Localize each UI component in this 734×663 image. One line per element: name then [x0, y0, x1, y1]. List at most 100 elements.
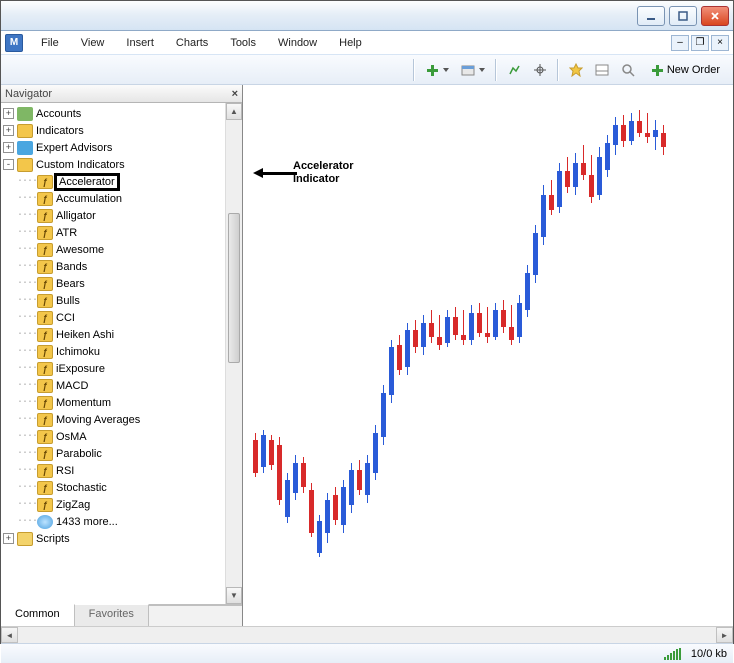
expand-icon[interactable]: -	[3, 159, 14, 170]
scroll-down-icon[interactable]: ▼	[226, 587, 242, 604]
expand-icon[interactable]: +	[3, 125, 14, 136]
close-button[interactable]	[701, 6, 729, 26]
navigator-button[interactable]	[565, 59, 587, 81]
profiles-button[interactable]	[457, 59, 489, 81]
tree-item[interactable]: ····ƒBears	[1, 275, 225, 292]
fx-icon: ƒ	[37, 243, 53, 257]
navigator-title: Navigator	[5, 88, 52, 100]
tree-item[interactable]: +Scripts	[1, 530, 225, 547]
tree-item[interactable]: ····ƒATR	[1, 224, 225, 241]
expand-icon[interactable]: +	[3, 142, 14, 153]
new-order-button[interactable]: New Order	[643, 59, 727, 81]
tree-item[interactable]: ····ƒIchimoku	[1, 343, 225, 360]
menu-tools[interactable]: Tools	[220, 34, 266, 52]
profile-icon	[461, 63, 475, 77]
tree-item[interactable]: ····ƒParabolic	[1, 445, 225, 462]
tree-item-label: 1433 more...	[56, 516, 118, 528]
menu-insert[interactable]: Insert	[116, 34, 164, 52]
fx-icon: ƒ	[37, 345, 53, 359]
plus-icon	[425, 63, 439, 77]
tree-item[interactable]: +Accounts	[1, 105, 225, 122]
tab-common[interactable]: Common	[1, 604, 75, 626]
tree-item[interactable]: ····ƒAwesome	[1, 241, 225, 258]
tree-item[interactable]: ····ƒMACD	[1, 377, 225, 394]
fx-icon: ƒ	[37, 277, 53, 291]
crosshair-icon	[533, 63, 547, 77]
tab-favorites[interactable]: Favorites	[75, 604, 149, 626]
navigator-close-icon[interactable]: ×	[232, 88, 238, 100]
tree-item-label: RSI	[56, 465, 74, 477]
menu-charts[interactable]: Charts	[166, 34, 218, 52]
market-watch-button[interactable]	[503, 59, 525, 81]
quotes-icon	[507, 63, 521, 77]
candlestick-chart	[243, 85, 733, 626]
menu-view[interactable]: View	[71, 34, 115, 52]
fx-icon: ƒ	[37, 379, 53, 393]
scroll-thumb[interactable]	[228, 213, 240, 363]
add-chart-button[interactable]	[421, 59, 453, 81]
tree-item[interactable]: ····ƒBulls	[1, 292, 225, 309]
tree-item[interactable]: ····ƒAccumulation	[1, 190, 225, 207]
navigator-header[interactable]: Navigator ×	[1, 85, 242, 103]
mdi-restore-button[interactable]: ❐	[691, 35, 709, 51]
tree-item[interactable]: ····1433 more...	[1, 513, 225, 530]
scroll-right-icon[interactable]: ►	[716, 627, 733, 643]
scroll-left-icon[interactable]: ◄	[1, 627, 18, 643]
mdi-close-button[interactable]: ×	[711, 35, 729, 51]
tree-item[interactable]: + Indicators	[1, 122, 225, 139]
tree-item[interactable]: ····ƒHeiken Ashi	[1, 326, 225, 343]
workspace: Navigator × +Accounts+Indicators+ Expert…	[1, 85, 733, 626]
tree-item-label: MACD	[56, 380, 88, 392]
expand-icon[interactable]: +	[3, 108, 14, 119]
tester-button[interactable]	[617, 59, 639, 81]
crosshair-button[interactable]	[529, 59, 551, 81]
fld-icon	[17, 158, 33, 172]
menu-file[interactable]: File	[31, 34, 69, 52]
navigator-body: +Accounts+Indicators+ Expert Advisors-Cu…	[1, 103, 242, 604]
terminal-button[interactable]	[591, 59, 613, 81]
fx-icon: ƒ	[37, 430, 53, 444]
tree-item[interactable]: ····ƒMoving Averages	[1, 411, 225, 428]
minimize-button[interactable]	[637, 6, 665, 26]
tree-item[interactable]: ····ƒMomentum	[1, 394, 225, 411]
tree-item[interactable]: ····ƒStochastic	[1, 479, 225, 496]
tree-item[interactable]: ····ƒAccelerator	[1, 173, 225, 190]
fx-icon: ƒ	[37, 175, 53, 189]
tree-item[interactable]: ····ƒZigZag	[1, 496, 225, 513]
toolbar-separator	[557, 59, 559, 81]
navigator-panel: Navigator × +Accounts+Indicators+ Expert…	[1, 85, 243, 626]
tree-item-label: Heiken Ashi	[56, 329, 114, 341]
tree-item[interactable]: ····ƒCCI	[1, 309, 225, 326]
horizontal-scrollbar[interactable]: ◄ ►	[1, 626, 733, 643]
fx-icon: ƒ	[37, 209, 53, 223]
tree-item[interactable]: ····ƒAlligator	[1, 207, 225, 224]
tree-item-label: Ichimoku	[56, 346, 100, 358]
tree-item-label: Custom Indicators	[36, 159, 125, 171]
menu-window[interactable]: Window	[268, 34, 327, 52]
tree-item[interactable]: ····ƒRSI	[1, 462, 225, 479]
fx-icon: ƒ	[37, 413, 53, 427]
tree-item[interactable]: ····ƒiExposure	[1, 360, 225, 377]
tree-item-label: Awesome	[56, 244, 104, 256]
tree-item-label: iExposure	[56, 363, 105, 375]
toolbar-separator	[413, 59, 415, 81]
ea-icon	[17, 141, 33, 155]
tree-item-label: OsMA	[56, 431, 87, 443]
tree-item-label: Indicators	[36, 125, 84, 137]
tree-item[interactable]: ····ƒBands	[1, 258, 225, 275]
tree-item[interactable]: ····ƒOsMA	[1, 428, 225, 445]
chart-area[interactable]: Accelerator Indicator	[243, 85, 733, 626]
navigator-scrollbar[interactable]: ▲ ▼	[225, 103, 242, 604]
tree-item[interactable]: - Custom Indicators	[1, 156, 225, 173]
chevron-down-icon	[443, 68, 449, 72]
maximize-button[interactable]	[669, 6, 697, 26]
scroll-up-icon[interactable]: ▲	[226, 103, 242, 120]
menu-help[interactable]: Help	[329, 34, 372, 52]
mdi-minimize-button[interactable]: –	[671, 35, 689, 51]
tree-item-label: Momentum	[56, 397, 111, 409]
tree-item-label: Accelerator	[59, 176, 115, 188]
toolbar: New Order	[1, 55, 733, 85]
expand-icon[interactable]: +	[3, 533, 14, 544]
tree-item[interactable]: + Expert Advisors	[1, 139, 225, 156]
navigator-tree[interactable]: +Accounts+Indicators+ Expert Advisors-Cu…	[1, 103, 225, 604]
